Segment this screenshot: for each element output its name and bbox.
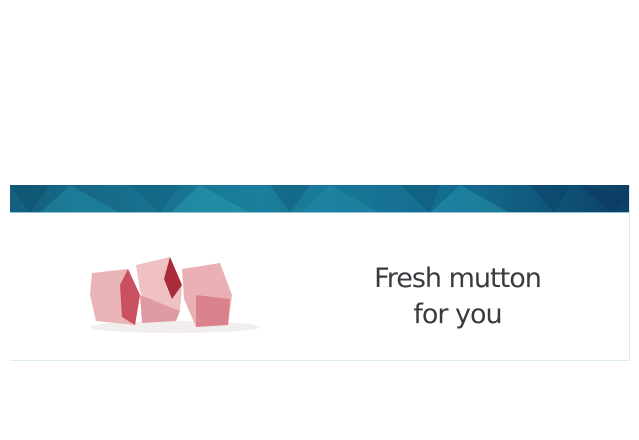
tagline: Fresh mutton for you <box>340 261 575 333</box>
promo-banner: Fresh mutton for you <box>10 185 630 361</box>
mutton-image <box>90 257 260 333</box>
tagline-line-1: Fresh mutton <box>374 263 542 294</box>
tagline-line-2: for you <box>413 299 502 330</box>
banner-header-pattern <box>10 185 629 213</box>
